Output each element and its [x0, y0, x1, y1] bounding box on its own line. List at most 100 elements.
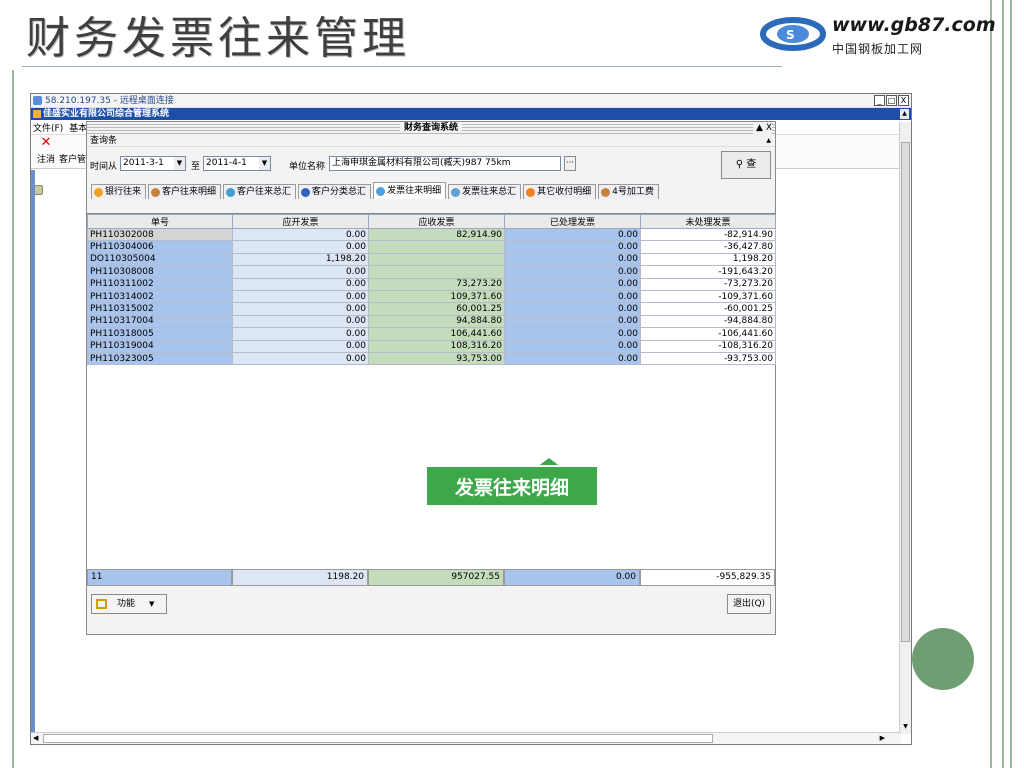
tab[interactable]: 银行往来 [91, 184, 147, 199]
tab-label: 客户往来总汇 [237, 187, 292, 197]
tab[interactable]: 客户分类总汇 [298, 184, 372, 199]
rail-2 [1002, 0, 1004, 768]
table-cell: 108,316.20 [368, 339, 505, 353]
column-header[interactable]: 单号 [87, 214, 233, 229]
tab[interactable]: 发票往来总汇 [448, 184, 522, 199]
tab-icon [376, 186, 386, 196]
table-row[interactable]: DO110305004 1,198.20 0.00 1,198.20 [87, 252, 776, 267]
column-header[interactable]: 应收发票 [368, 214, 505, 229]
tab-label: 银行往来 [105, 187, 142, 197]
table-cell: 0.00 [504, 277, 641, 291]
table-cell: 0.00 [232, 277, 369, 291]
tab-icon [301, 187, 311, 197]
table-row[interactable]: PH110304006 0.00 0.00 -36,427.80 [87, 240, 776, 254]
column-header[interactable]: 已处理发票 [504, 214, 641, 229]
query-button[interactable]: ⚲ 查 [721, 151, 771, 179]
date-to-label: 至 [191, 162, 201, 172]
date-from-picker[interactable]: 2011-3-1 ▼ [120, 156, 186, 171]
tab[interactable]: 发票往来明细 [373, 182, 447, 199]
vertical-scroll-thumb[interactable] [901, 142, 910, 642]
table-cell: 0.00 [232, 240, 369, 254]
company-browse-button[interactable]: ··· [564, 156, 576, 171]
table-row[interactable]: PH110323005 0.00 93,753.00 0.00 -93,753.00 [87, 351, 776, 366]
logo-url: www.gb87.com [832, 14, 996, 36]
table-row[interactable]: PH110319004 0.00 108,316.20 0.00 -108,316.20 [87, 339, 776, 353]
exit-button[interactable]: 退出(Q) [727, 594, 771, 614]
scroll-up-arrow-icon[interactable]: ▲ [900, 109, 909, 119]
tab[interactable]: 其它收付明细 [523, 184, 597, 199]
table-cell: PH110308008 [87, 265, 233, 279]
date-to-value: 2011-4-1 [206, 158, 247, 168]
tab-icon [526, 187, 536, 197]
table-cell: DO110305004 [87, 252, 233, 267]
table-cell [368, 265, 505, 279]
total-cell: 11 [87, 569, 232, 586]
table-row[interactable]: PH110311002 0.00 73,273.20 0.00 -73,273.20 [87, 277, 776, 291]
table-row[interactable]: PH110302008 0.00 82,914.90 0.00 -82,914.90 [87, 227, 776, 242]
window-controls: _ □ X [874, 95, 909, 106]
table-cell: -73,273.20 [640, 277, 776, 291]
table-cell [368, 252, 505, 267]
tab-label: 客户分类总汇 [312, 187, 367, 197]
workspace-left-bar [31, 170, 35, 733]
table-row[interactable]: PH110318005 0.00 106,441.60 0.00 -106,441.60 [87, 327, 776, 341]
scroll-right-arrow-icon[interactable]: ▶ [880, 734, 885, 742]
tab[interactable]: 4号加工费 [598, 184, 659, 199]
total-cell: -955,829.35 [640, 569, 775, 586]
table-cell: 0.00 [232, 265, 369, 279]
report-tabs: 银行往来 客户往来明细 客户往来总汇 客户分类总汇 发票往来明细 发票往来总汇 其它收付明细… [87, 181, 775, 199]
table-cell: -106,441.60 [640, 327, 776, 341]
table-cell: 0.00 [232, 227, 369, 242]
finance-window-controls[interactable]: ▲ X [753, 122, 772, 135]
table-cell: -108,316.20 [640, 339, 776, 353]
table-cell: 82,914.90 [368, 227, 505, 242]
table-cell: 0.00 [504, 240, 641, 254]
right-rails [980, 0, 1024, 768]
horizontal-scroll-thumb[interactable] [43, 734, 713, 743]
app-title-text: 佳盛实业有限公司综合管理系统 [43, 109, 170, 119]
table-cell: 0.00 [504, 302, 641, 316]
close-button[interactable]: X [898, 95, 909, 106]
table-cell: -94,884.80 [640, 314, 776, 329]
column-header[interactable]: 应开发票 [232, 214, 369, 229]
rdp-icon [33, 96, 42, 105]
folder-icon [96, 599, 107, 609]
rdp-titlebar: 58.210.197.35 - 远程桌面连接 _ □ X [31, 94, 911, 108]
app-titlebar: 佳盛实业有限公司综合管理系统 ▲ [31, 108, 911, 120]
date-to-picker[interactable]: 2011-4-1 ▼ [203, 156, 271, 171]
maximize-button[interactable]: □ [886, 95, 897, 106]
table-row[interactable]: PH110314002 0.00 109,371.60 0.00 -109,371.60 [87, 289, 776, 304]
chevron-down-icon[interactable]: ▼ [259, 157, 270, 170]
minimize-button[interactable]: _ [874, 95, 885, 106]
table-row[interactable]: PH110315002 0.00 60,001.25 0.00 -60,001.25 [87, 302, 776, 316]
table-cell: 0.00 [232, 302, 369, 316]
chevron-down-icon[interactable]: ▼ [174, 157, 185, 170]
menu-item[interactable]: 文件(F) [33, 121, 63, 134]
scroll-down-arrow-icon[interactable]: ▼ [901, 723, 910, 732]
tab[interactable]: 客户往来总汇 [223, 184, 297, 199]
scroll-left-arrow-icon[interactable]: ◀ [33, 734, 38, 742]
table-cell: 0.00 [504, 327, 641, 341]
tab-icon [451, 187, 461, 197]
company-field[interactable]: 上海申琪金属材料有限公司(臧天)987 75km [329, 156, 561, 171]
table-row[interactable]: PH110308008 0.00 0.00 -191,643.20 [87, 265, 776, 279]
tab[interactable]: 客户往来明细 [148, 184, 222, 199]
rail-3 [1010, 0, 1012, 768]
table-row[interactable]: PH110317004 0.00 94,884.80 0.00 -94,884.80 [87, 314, 776, 329]
table-cell: 106,441.60 [368, 327, 505, 341]
chevron-down-icon: ▼ [149, 600, 155, 608]
tab-icon [601, 187, 611, 197]
column-header[interactable]: 未处理发票 [640, 214, 776, 229]
collapse-icon[interactable]: ▲ [766, 135, 771, 147]
table-cell: 0.00 [504, 227, 641, 242]
left-rail [12, 70, 14, 768]
horizontal-scrollbar[interactable]: ◀ ▶ [31, 732, 901, 744]
toolbar-button[interactable]: ✕ 注消 [37, 136, 55, 168]
tab-icon [226, 187, 236, 197]
table-cell [368, 240, 505, 254]
function-menu-button[interactable]: 功能 ▼ [91, 594, 167, 614]
filter-row: 时间从 2011-3-1 ▼ 至 2011-4-1 ▼ 单位名称 上海申琪金属材… [87, 147, 775, 181]
finance-query-window: 财务查询系统 ▲ X 查询条 ▲ 时间从 2011-3-1 ▼ 至 2011-4… [86, 121, 776, 635]
vertical-scrollbar[interactable]: ▼ [899, 122, 911, 734]
finance-title: 财务查询系统 [399, 123, 462, 133]
